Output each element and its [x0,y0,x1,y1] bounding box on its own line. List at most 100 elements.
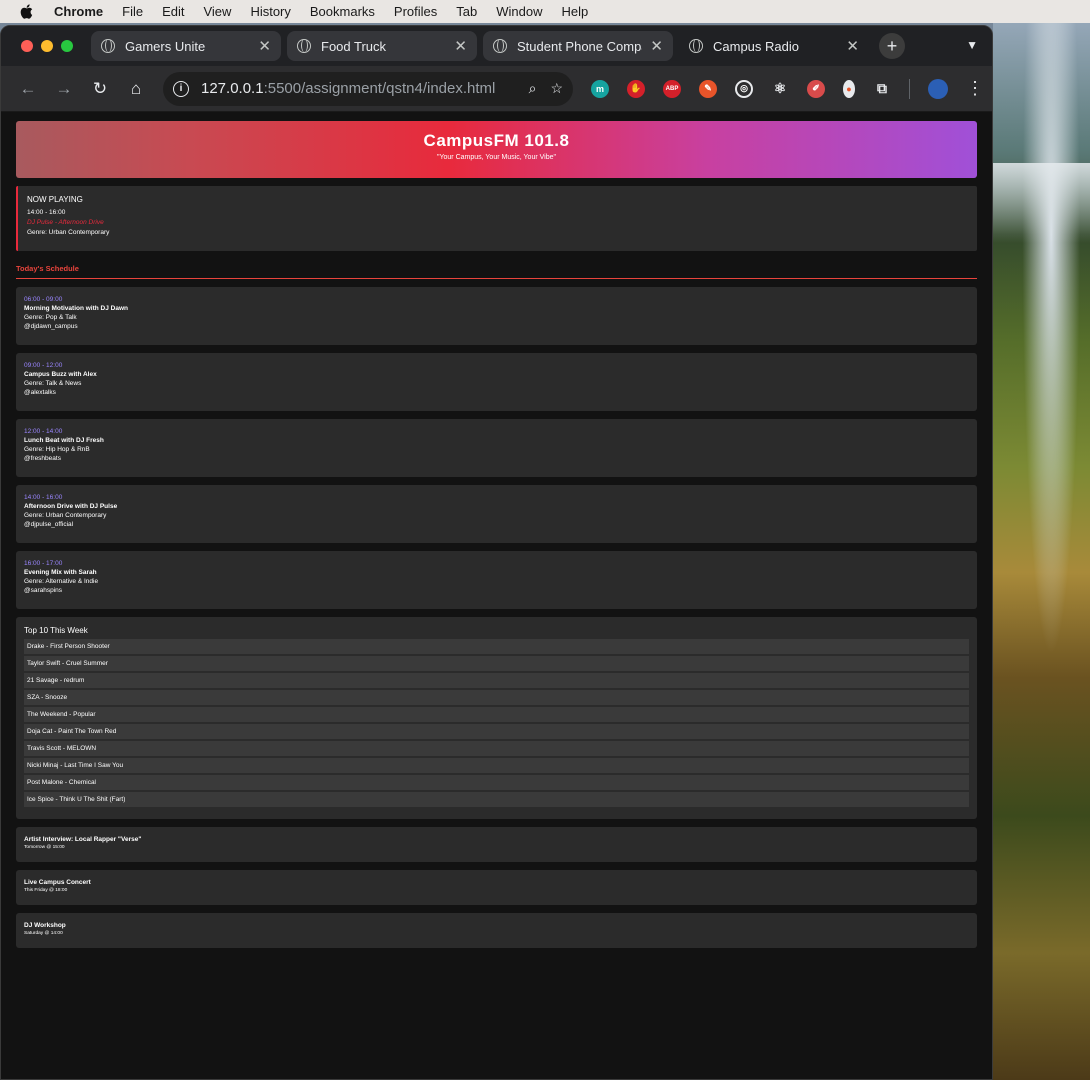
minimize-window-button[interactable] [41,40,53,52]
schedule-item: 16:00 - 17:00 Evening Mix with Sarah Gen… [16,551,977,609]
menu-tab[interactable]: Tab [456,4,477,19]
menu-bookmarks[interactable]: Bookmarks [310,4,375,19]
wallpaper-fog [993,163,1090,243]
show-time: 16:00 - 17:00 [24,560,63,567]
tab-strip: Gamers Unite ✕ Food Truck ✕ Student Phon… [1,26,992,66]
event-when: Tomorrow @ 15:00 [24,845,65,850]
tab-title: Gamers Unite [125,38,206,54]
zoom-icon[interactable]: ⌕ [529,80,537,97]
close-window-button[interactable] [21,40,33,52]
show-handle: @sarahspins [24,587,63,594]
menu-history[interactable]: History [250,4,290,19]
menu-profiles[interactable]: Profiles [394,4,437,19]
extension-hand-icon[interactable]: ✋ [627,79,645,98]
maximize-window-button[interactable] [61,40,73,52]
address-bar[interactable]: i 127.0.0.1:5500/assignment/qstn4/index.… [163,71,573,106]
event-when: Saturday @ 14:00 [24,931,63,936]
show-handle: @djdawn_campus [24,323,78,330]
now-playing-show: DJ Pulse - Afternoon Drive [27,219,104,226]
track-item: Drake - First Person Shooter [24,639,969,654]
show-name: Afternoon Drive with DJ Pulse [24,503,118,510]
url-host: 127.0.0.1 [201,80,264,97]
site-info-icon[interactable]: i [173,80,189,97]
now-playing-heading: NOW PLAYING [27,195,83,204]
menu-edit[interactable]: Edit [162,4,184,19]
event-title: Live Campus Concert [24,879,91,886]
top10-card: Top 10 This Week Drake - First Person Sh… [16,617,977,819]
bookmark-star-icon[interactable]: ☆ [550,80,563,97]
show-time: 14:00 - 16:00 [24,494,63,501]
menu-view[interactable]: View [203,4,231,19]
tab-gamers-unite[interactable]: Gamers Unite ✕ [91,31,281,61]
now-playing-time: 14:00 - 16:00 [27,209,66,216]
extension-pen-icon[interactable]: ✎ [699,79,717,98]
track-item: Nicki Minaj - Last Time I Saw You [24,758,969,773]
tab-campus-radio[interactable]: Campus Radio ✕ [679,31,869,61]
page-viewport: CampusFM 101.8 "Your Campus, Your Music,… [1,113,992,1079]
new-tab-button[interactable]: + [879,33,905,59]
event-title: DJ Workshop [24,922,66,929]
track-item: Travis Scott - MELOWN [24,741,969,756]
track-item: Post Malone - Chemical [24,775,969,790]
event-card: Artist Interview: Local Rapper "Verse" T… [16,827,977,862]
event-title: Artist Interview: Local Rapper "Verse" [24,836,142,843]
extension-m-icon[interactable]: m [591,79,609,98]
apple-logo-icon[interactable] [20,4,34,20]
globe-icon [101,39,115,53]
show-time: 09:00 - 12:00 [24,362,63,369]
track-item: Ice Spice - Think U The Shit (Fart) [24,792,969,807]
globe-icon [689,39,703,53]
tab-title: Campus Radio [713,38,799,54]
event-card: DJ Workshop Saturday @ 14:00 [16,913,977,948]
window-controls [21,40,73,52]
forward-arrow-icon[interactable]: → [49,74,79,104]
show-name: Lunch Beat with DJ Fresh [24,437,104,444]
show-genre: Genre: Talk & News [24,380,82,387]
track-item: The Weekend - Popular [24,707,969,722]
show-time: 06:00 - 09:00 [24,296,63,303]
extension-pencil-icon[interactable]: ✐ [807,79,825,98]
tab-search-chevron-icon[interactable]: ▼ [966,38,978,52]
close-tab-icon[interactable]: ✕ [454,37,467,55]
menu-app-name[interactable]: Chrome [54,4,103,19]
tab-student-phone[interactable]: Student Phone Compa ✕ [483,31,673,61]
menu-help[interactable]: Help [562,4,589,19]
show-genre: Genre: Hip Hop & RnB [24,446,90,453]
home-icon[interactable]: ⌂ [121,74,151,104]
back-arrow-icon[interactable]: ← [13,74,43,104]
tab-food-truck[interactable]: Food Truck ✕ [287,31,477,61]
menu-window[interactable]: Window [496,4,542,19]
show-name: Evening Mix with Sarah [24,569,97,576]
reload-icon[interactable]: ↻ [85,74,115,104]
extensions-puzzle-icon[interactable]: ⧉ [873,80,891,98]
show-name: Morning Motivation with DJ Dawn [24,305,128,312]
react-devtools-icon[interactable]: ⚛ [771,80,789,98]
now-playing-card: NOW PLAYING 14:00 - 16:00 DJ Pulse - Aft… [16,186,977,251]
extension-target-icon[interactable]: ◎ [735,79,753,98]
close-tab-icon[interactable]: ✕ [846,37,859,55]
site-brand: CampusFM 101.8 [423,131,570,150]
close-tab-icon[interactable]: ✕ [258,37,271,55]
extension-pill-icon[interactable]: ● [843,79,855,98]
schedule-item: 06:00 - 09:00 Morning Motivation with DJ… [16,287,977,345]
schedule-item: 14:00 - 16:00 Afternoon Drive with DJ Pu… [16,485,977,543]
macos-menubar: Chrome File Edit View History Bookmarks … [0,0,1090,23]
show-genre: Genre: Urban Contemporary [24,512,107,519]
tab-title: Food Truck [321,38,387,54]
browser-toolbar: ← → ↻ ⌂ i 127.0.0.1:5500/assignment/qstn… [1,66,992,112]
close-tab-icon[interactable]: ✕ [650,37,663,55]
menu-file[interactable]: File [122,4,143,19]
show-handle: @freshbeats [24,455,61,462]
track-item: Taylor Swift - Cruel Summer [24,656,969,671]
profile-avatar[interactable] [928,78,948,99]
show-genre: Genre: Alternative & Indie [24,578,99,585]
menu-kebab-icon[interactable]: ⋮ [966,78,984,99]
adblock-icon[interactable]: ABP [663,79,681,98]
schedule-item: 12:00 - 14:00 Lunch Beat with DJ Fresh G… [16,419,977,477]
globe-icon [297,39,311,53]
show-handle: @alextalks [24,389,56,396]
globe-icon [493,39,507,53]
show-time: 12:00 - 14:00 [24,428,63,435]
extensions-area: m ✋ ABP ✎ ◎ ⚛ ✐ ● ⧉ ⋮ [591,78,984,99]
now-playing-genre: Genre: Urban Contemporary [27,229,110,236]
